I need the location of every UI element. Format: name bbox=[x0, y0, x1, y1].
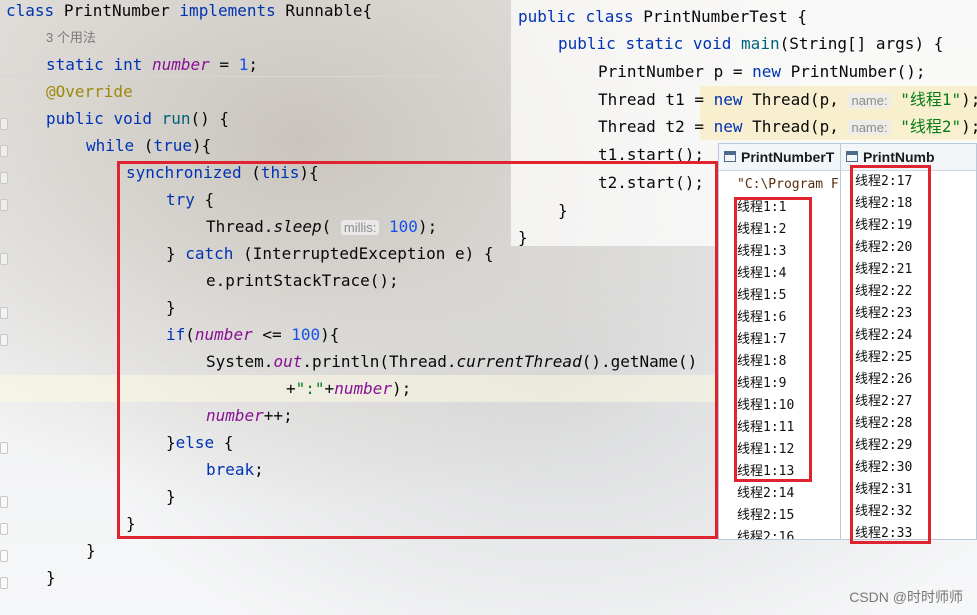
keyword: new bbox=[713, 90, 743, 109]
keyword: while bbox=[86, 136, 135, 155]
fold-marker[interactable] bbox=[0, 172, 8, 184]
fold-marker[interactable] bbox=[0, 145, 8, 157]
string-literal: "线程2" bbox=[900, 117, 962, 136]
fold-marker[interactable] bbox=[0, 253, 8, 265]
method-name: main bbox=[741, 34, 780, 53]
highlight-box-thread2 bbox=[850, 165, 931, 544]
keyword: void bbox=[692, 34, 732, 53]
keyword: true bbox=[153, 136, 192, 155]
punct: (String[] args) { bbox=[779, 34, 944, 53]
keyword: new bbox=[752, 62, 782, 81]
method-name: run bbox=[161, 109, 191, 128]
fold-marker[interactable] bbox=[0, 199, 8, 211]
keyword: int bbox=[113, 55, 143, 74]
declaration: PrintNumber p = bbox=[598, 62, 753, 81]
fold-marker[interactable] bbox=[0, 307, 8, 319]
console-title-text: PrintNumb bbox=[863, 149, 935, 165]
code-line-close[interactable]: } bbox=[86, 537, 96, 564]
class-name: PrintNumber bbox=[63, 1, 170, 20]
code-line-thread-t1[interactable]: Thread t1 = new Thread(p, name: "线程1"); bbox=[598, 86, 977, 113]
punct: ( bbox=[134, 136, 154, 155]
keyword: class bbox=[585, 7, 634, 26]
watermark: CSDN @时时师师 bbox=[849, 589, 963, 605]
field-name: number bbox=[151, 55, 210, 74]
declaration: Thread t1 = bbox=[598, 90, 714, 109]
fold-marker[interactable] bbox=[0, 442, 8, 454]
console-command: "C:\Program F bbox=[737, 177, 839, 192]
fold-marker[interactable] bbox=[0, 577, 8, 589]
string-literal: "线程1" bbox=[900, 90, 962, 109]
interface-name: Runnable{ bbox=[285, 1, 373, 20]
declaration: Thread t2 = bbox=[598, 117, 714, 136]
keyword: static bbox=[46, 55, 104, 74]
console-title-text: PrintNumberT bbox=[741, 149, 835, 165]
punct: ); bbox=[961, 90, 977, 109]
fold-marker[interactable] bbox=[0, 550, 8, 562]
punct: () { bbox=[190, 109, 230, 128]
console-icon bbox=[724, 151, 736, 162]
punct: ){ bbox=[191, 136, 212, 155]
code-line-thread-t2[interactable]: Thread t2 = new Thread(p, name: "线程2"); bbox=[598, 113, 977, 140]
usages-hint[interactable]: 3 个用法 bbox=[46, 24, 96, 51]
number-literal: 1 bbox=[238, 55, 249, 74]
constructor-call: Thread(p, bbox=[742, 117, 849, 136]
code-line-while[interactable]: while (true){ bbox=[86, 132, 211, 159]
operator: = bbox=[209, 55, 239, 74]
fold-marker[interactable] bbox=[0, 523, 8, 535]
code-line-new-printnumber[interactable]: PrintNumber p = new PrintNumber(); bbox=[598, 58, 926, 85]
keyword: public bbox=[558, 34, 616, 53]
constructor-call: PrintNumber(); bbox=[781, 62, 926, 81]
param-hint: name: bbox=[848, 120, 891, 135]
console-title-1[interactable]: PrintNumberT bbox=[719, 144, 842, 171]
keyword: new bbox=[713, 117, 743, 136]
keyword: public bbox=[518, 7, 576, 26]
console-line: 线程2:15 bbox=[737, 508, 795, 523]
fold-marker[interactable] bbox=[0, 496, 8, 508]
keyword: public bbox=[46, 109, 104, 128]
code-line-main[interactable]: public static void main(String[] args) { bbox=[558, 30, 943, 57]
console-line: 线程2:14 bbox=[737, 486, 795, 501]
fold-marker[interactable] bbox=[0, 118, 8, 130]
keyword: void bbox=[113, 109, 152, 128]
keyword: static bbox=[625, 34, 684, 53]
code-line-override[interactable]: @Override bbox=[46, 78, 133, 105]
highlight-box-synchronized bbox=[117, 161, 718, 539]
console-line: 线程2:16 bbox=[737, 530, 795, 540]
param-hint: name: bbox=[848, 93, 891, 108]
code-line-close[interactable]: } bbox=[46, 564, 56, 591]
console-icon bbox=[846, 151, 858, 162]
fold-marker[interactable] bbox=[0, 334, 8, 346]
class-name: PrintNumberTest { bbox=[643, 7, 808, 26]
highlight-box-thread1 bbox=[734, 197, 812, 482]
punct: ; bbox=[248, 55, 258, 74]
constructor-call: Thread(p, bbox=[742, 90, 849, 109]
code-line-test-class[interactable]: public class PrintNumberTest { bbox=[518, 3, 807, 30]
punct: ); bbox=[961, 117, 977, 136]
keyword: implements bbox=[179, 1, 276, 20]
code-line-class-decl[interactable]: class PrintNumber implements Runnable{ bbox=[6, 0, 372, 24]
code-line-field[interactable]: static int number = 1; bbox=[46, 51, 258, 78]
code-line-run[interactable]: public void run() { bbox=[46, 105, 229, 132]
keyword: class bbox=[6, 1, 55, 20]
